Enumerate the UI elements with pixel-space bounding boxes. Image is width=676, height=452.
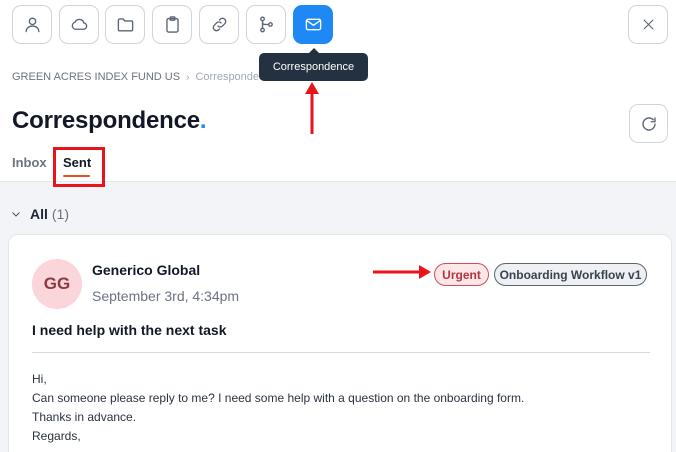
sent-tab-highlight-box — [53, 147, 105, 187]
tab-inbox[interactable]: Inbox — [12, 155, 47, 170]
cloud-icon — [71, 18, 87, 30]
sent-date: September 3rd, 4:34pm — [92, 288, 240, 304]
arrow-right-annotation — [373, 265, 431, 279]
workflow-button[interactable] — [246, 5, 286, 44]
message-list-area: All (1) GG Generico Global September 3rd… — [0, 181, 676, 452]
urgent-badge: Urgent — [434, 263, 489, 286]
body-line: Hi, — [32, 372, 47, 386]
correspondence-tooltip: Correspondence — [259, 48, 368, 81]
mail-icon — [305, 18, 321, 31]
refresh-icon — [641, 116, 656, 131]
cloud-button[interactable] — [59, 5, 99, 44]
person-icon — [24, 17, 40, 33]
chevron-down-icon — [12, 212, 20, 217]
folder-button[interactable] — [105, 5, 145, 44]
group-count: (1) — [51, 206, 70, 222]
close-icon — [643, 19, 653, 30]
workflow-badge: Onboarding Workflow v1 — [494, 263, 647, 286]
refresh-button[interactable] — [629, 104, 668, 143]
close-button[interactable] — [628, 5, 668, 44]
correspondence-button[interactable] — [293, 5, 333, 44]
link-icon — [212, 17, 226, 32]
body-line: Thanks in advance. — [32, 410, 137, 424]
page-title-text: Correspondence — [12, 107, 200, 134]
message-card[interactable]: GG Generico Global September 3rd, 4:34pm… — [8, 234, 672, 452]
breadcrumb: GREEN ACRES INDEX FUND US › Corresponde — [12, 71, 259, 83]
breadcrumb-fund[interactable]: GREEN ACRES INDEX FUND US — [12, 71, 180, 83]
clipboard-button[interactable] — [152, 5, 192, 44]
avatar: GG — [32, 259, 82, 309]
page-title: Correspondence. — [12, 107, 207, 135]
clipboard-icon — [165, 16, 179, 33]
group-toggle[interactable]: All (1) — [10, 206, 69, 222]
sender-name: Generico Global — [92, 262, 201, 278]
contact-button[interactable] — [12, 5, 52, 44]
message-body: Hi, Can someone please reply to me? I ne… — [32, 370, 652, 446]
title-accent-dot: . — [199, 107, 207, 134]
divider — [32, 352, 650, 353]
folder-icon — [117, 18, 133, 32]
toolbar — [0, 0, 676, 50]
arrow-up-annotation — [305, 82, 319, 134]
body-line: Regards, — [32, 429, 81, 443]
group-label: All — [30, 206, 48, 222]
message-subject: I need help with the next task — [32, 322, 227, 338]
breadcrumb-current: Corresponde — [195, 71, 260, 83]
chevron-right-icon: › — [186, 71, 190, 83]
body-line: Can someone please reply to me? I need s… — [32, 391, 525, 405]
link-button[interactable] — [199, 5, 239, 44]
workflow-icon — [259, 16, 273, 33]
